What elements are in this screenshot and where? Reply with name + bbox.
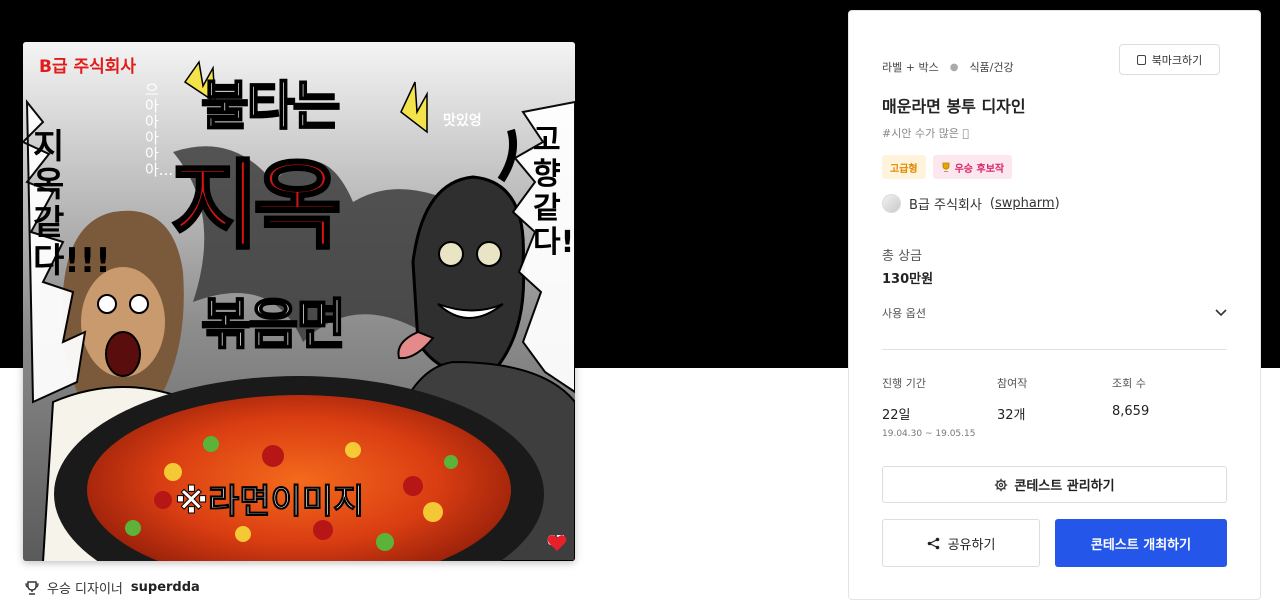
winner-label: 우승 디자이너: [47, 582, 123, 597]
bookmark-icon: [1136, 54, 1146, 65]
stat-period-label: 진행 기간: [882, 377, 926, 390]
artwork-headline-line3: 볶음면: [200, 292, 347, 357]
avatar: [882, 194, 901, 213]
chevron-down-icon: [1215, 309, 1227, 317]
stat-entries-value: 32개: [997, 408, 1026, 423]
trophy-icon: [25, 580, 39, 595]
period-start: 19.04.30: [882, 429, 923, 439]
contest-host[interactable]: B급 주식회사 (swpharm): [882, 194, 1060, 213]
host-id-link[interactable]: swpharm: [995, 196, 1055, 211]
artwork-brand-mark: B급 주식회사: [39, 57, 137, 77]
stat-period-range: 19.04.30 ~ 19.05.15: [882, 429, 975, 439]
winner-designer: 우승 디자이너 superdda: [25, 578, 200, 597]
artwork-right-shout: 고향같다!: [533, 123, 575, 260]
stat-period-value: 22일: [882, 408, 911, 423]
breadcrumb: 라벨 + 박스 ● 식품/건강: [882, 59, 1014, 75]
stat-views-label: 조회 수: [1112, 377, 1146, 390]
contest-artwork[interactable]: B급 주식회사 불타는 지옥 볶음면 지옥같다!!! 고향같다! 으아아아아아.…: [23, 42, 575, 561]
contest-title: 매운라면 봉투 디자인: [882, 97, 1026, 116]
period-end: 19.05.15: [935, 429, 976, 439]
prize-label: 총 상금: [882, 249, 923, 264]
period-separator: ~: [924, 429, 933, 439]
host-contest-button[interactable]: 콘테스트 개최하기: [1055, 519, 1227, 567]
breadcrumb-subcategory[interactable]: 식품/건강: [969, 59, 1013, 75]
stat-period: 진행 기간 22일 19.04.30 ~ 19.05.15: [882, 375, 975, 439]
contest-info-panel: 라벨 + 박스 ● 식품/건강 북마크하기 매운라면 봉투 디자인 #시안 수가…: [848, 10, 1261, 600]
artwork-headline-line2: 지옥: [170, 149, 344, 264]
breadcrumb-category[interactable]: 라벨 + 박스: [882, 59, 939, 75]
bookmark-label: 북마크하기: [1151, 53, 1203, 67]
host-id-wrapper: (swpharm): [989, 196, 1060, 211]
artwork-left-shout: 지옥같다!!!: [33, 127, 111, 281]
stat-entries: 참여작 32개: [997, 375, 1027, 423]
gear-icon: [995, 478, 1008, 491]
stat-entries-label: 참여작: [997, 377, 1028, 390]
host-contest-label: 콘테스트 개최하기: [1090, 537, 1192, 553]
artwork-tasty-text: 맛있엉: [443, 113, 482, 129]
winner-candidate-label: 우승 후보작: [954, 163, 1005, 175]
breadcrumb-separator: ●: [949, 61, 959, 73]
manage-contest-label: 콘테스트 관리하기: [1014, 479, 1115, 494]
share-icon: [927, 537, 939, 549]
divider: [882, 349, 1227, 350]
prize-value: 130만원: [882, 272, 934, 287]
share-button[interactable]: 공유하기: [882, 519, 1040, 567]
winner-name[interactable]: superdda: [131, 580, 200, 595]
manage-contest-button[interactable]: 콘테스트 관리하기: [882, 466, 1227, 503]
stat-views-value: 8,659: [1112, 404, 1150, 419]
like-button[interactable]: 67: [547, 534, 567, 551]
share-label: 공유하기: [947, 537, 996, 553]
bookmark-button[interactable]: 북마크하기: [1119, 44, 1220, 75]
heart-icon: [547, 535, 567, 551]
contest-tagline: #시안 수가 많은 🏻: [882, 127, 970, 140]
trophy-icon: [942, 162, 950, 172]
stat-views: 조회 수 8,659: [1112, 375, 1149, 419]
winner-candidate-badge: 우승 후보작: [932, 155, 1013, 179]
usage-options-toggle[interactable]: 사용 옵션: [882, 305, 1227, 321]
premium-badge: 고급형: [882, 155, 926, 179]
artwork-ramen-label: ※라면이미지: [174, 482, 365, 523]
host-name: B급 주식회사: [909, 198, 982, 213]
artwork-scream-text: 으아아아아아...: [145, 81, 174, 179]
premium-badge-label: 고급형: [890, 163, 918, 175]
contest-badges: 고급형 우승 후보작: [882, 155, 1013, 179]
usage-options-label: 사용 옵션: [882, 307, 926, 320]
